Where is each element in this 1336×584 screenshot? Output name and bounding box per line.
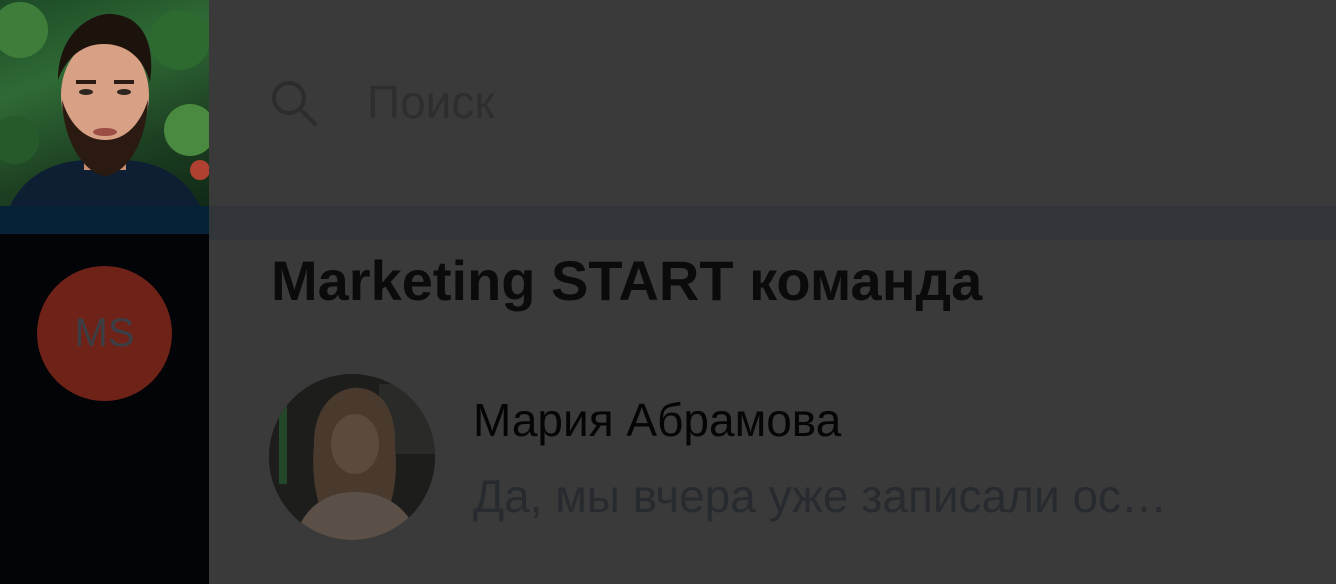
search-input[interactable]: Поиск <box>367 72 494 132</box>
account-rail: MS <box>0 0 238 584</box>
chat-message-preview: Да, мы вчера уже записали ос… <box>473 470 1168 522</box>
user-photo-avatar <box>269 374 435 540</box>
account-avatar-initials[interactable]: MS <box>37 266 172 401</box>
account-photo-avatar <box>0 0 209 206</box>
section-divider <box>209 206 1336 240</box>
messenger-window: MS Поиск Marketing START команда Мария А… <box>0 0 1336 584</box>
chat-contact-name: Мария Абрамова <box>473 394 842 446</box>
active-account-indicator <box>0 206 209 234</box>
account-item-active[interactable] <box>0 0 238 234</box>
chat-list-item[interactable]: Мария Абрамова Да, мы вчера уже записали… <box>269 374 1309 542</box>
account-initials-label: MS <box>74 311 135 355</box>
section-title: Marketing START команда <box>271 249 983 312</box>
chat-list-panel: Поиск Marketing START команда Мария Абра… <box>209 0 1336 584</box>
search-icon <box>272 81 317 126</box>
search-bar[interactable]: Поиск <box>239 0 1336 206</box>
